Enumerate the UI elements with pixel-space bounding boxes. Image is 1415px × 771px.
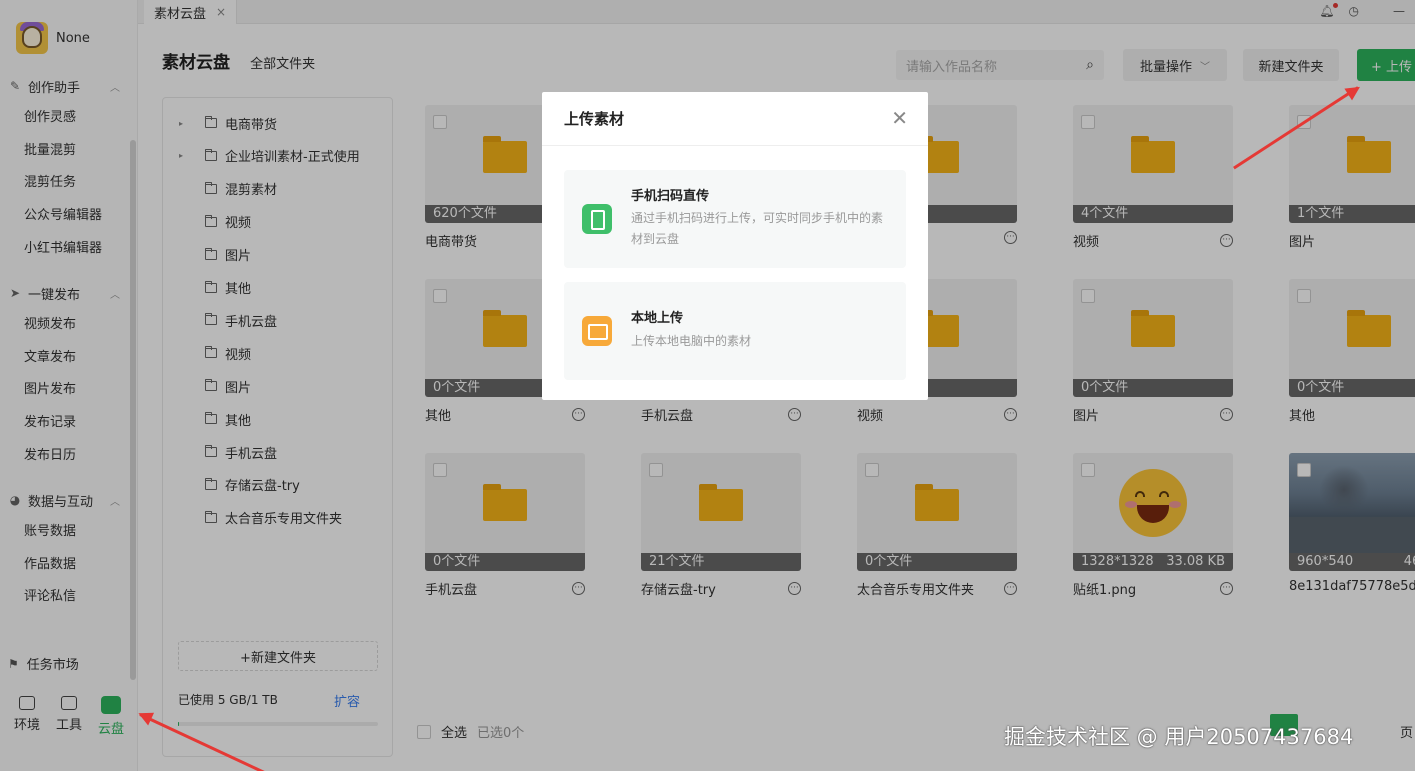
option-description: 上传本地电脑中的素材 [631,334,752,348]
option-title: 本地上传 [631,311,684,326]
phone-scan-upload-option[interactable]: 手机扫码直传 通过手机扫码进行上传，可实时同步手机中的素材到云盘 [564,170,906,268]
phone-scan-icon [582,204,612,234]
local-upload-icon [582,316,612,346]
upload-modal: 上传素材 ✕ 手机扫码直传 通过手机扫码进行上传，可实时同步手机中的素材到云盘 … [542,92,928,400]
option-title: 手机扫码直传 [631,189,710,204]
app-window: None ✎ 创作助手 ︿ 创作灵感 批量混剪 混剪任务 公众号编辑器 小红书编… [0,0,1415,771]
modal-title: 上传素材 [542,92,928,146]
close-icon[interactable]: ✕ [891,108,908,128]
option-description: 通过手机扫码进行上传，可实时同步手机中的素材到云盘 [631,211,884,246]
watermark: 掘金技术社区 @ 用户20507437684 [1004,725,1354,749]
local-upload-option[interactable]: 本地上传 上传本地电脑中的素材 [564,282,906,380]
